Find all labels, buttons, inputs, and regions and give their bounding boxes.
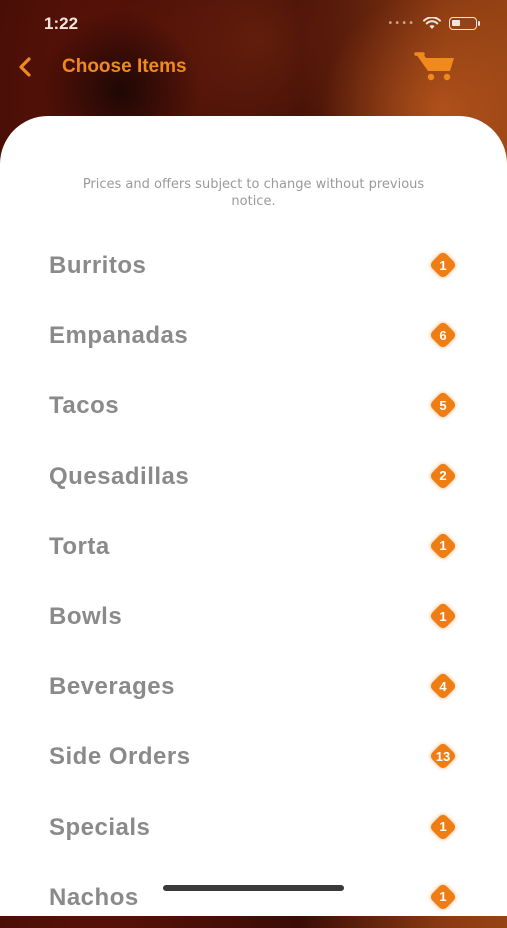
category-label: Burritos xyxy=(49,252,147,279)
item-count-badge: 13 xyxy=(430,743,456,769)
category-label: Specials xyxy=(49,813,151,841)
item-count: 1 xyxy=(439,608,447,624)
category-label: Nachos xyxy=(49,883,139,911)
shopping-cart-icon xyxy=(414,52,454,81)
item-count-badge: 5 xyxy=(430,392,456,418)
item-count-badge: 6 xyxy=(430,322,456,348)
home-indicator xyxy=(163,885,344,891)
category-label: Beverages xyxy=(49,673,175,701)
item-count: 1 xyxy=(439,819,447,835)
category-row[interactable]: Beverages 4 xyxy=(0,657,507,717)
category-sheet: Prices and offers subject to change with… xyxy=(0,116,507,916)
category-row[interactable]: Torta 1 xyxy=(0,517,507,577)
category-label: Torta xyxy=(49,532,110,560)
category-label: Tacos xyxy=(49,392,120,420)
item-count: 1 xyxy=(439,889,447,905)
category-row[interactable]: Bowls 1 xyxy=(0,587,507,647)
item-count: 13 xyxy=(435,748,451,764)
item-count-badge: 1 xyxy=(430,884,456,910)
category-row[interactable]: Side Orders 13 xyxy=(0,727,507,787)
item-count-badge: 4 xyxy=(430,673,456,699)
category-row[interactable]: Specials 1 xyxy=(0,798,507,858)
back-button[interactable] xyxy=(14,53,38,81)
nav-bar: Choose Items xyxy=(0,45,507,90)
battery-icon xyxy=(449,17,480,30)
item-count: 1 xyxy=(439,538,447,554)
category-row[interactable]: Empanadas 6 xyxy=(0,306,507,366)
item-count-badge: 1 xyxy=(430,603,456,629)
item-count-badge: 2 xyxy=(430,463,456,489)
item-count-badge: 1 xyxy=(430,252,456,278)
item-count: 6 xyxy=(439,327,447,343)
item-count: 2 xyxy=(439,468,447,484)
item-count: 1 xyxy=(439,257,447,273)
chevron-left-icon xyxy=(19,57,31,77)
category-row[interactable]: Tacos 5 xyxy=(0,376,507,436)
item-count-badge: 1 xyxy=(430,814,456,840)
status-icons: •••• xyxy=(387,17,480,30)
price-notice: Prices and offers subject to change with… xyxy=(82,177,425,209)
wifi-icon xyxy=(423,17,441,29)
item-count-badge: 1 xyxy=(430,533,456,559)
category-row[interactable]: Quesadillas 2 xyxy=(0,447,507,507)
category-label: Bowls xyxy=(49,603,123,630)
category-label: Quesadillas xyxy=(49,462,190,490)
category-row[interactable]: Burritos 1 xyxy=(0,236,507,296)
category-label: Side Orders xyxy=(49,743,191,771)
category-row[interactable]: Nachos 1 xyxy=(0,868,507,928)
status-time: 1:22 xyxy=(44,14,79,33)
item-count: 5 xyxy=(439,397,447,413)
category-label: Empanadas xyxy=(49,322,189,350)
status-bar: 1:22 •••• xyxy=(0,0,507,50)
page-title: Choose Items xyxy=(62,56,187,77)
item-count: 4 xyxy=(439,678,447,694)
signal-icon: •••• xyxy=(387,18,415,29)
cart-button[interactable] xyxy=(414,49,458,83)
